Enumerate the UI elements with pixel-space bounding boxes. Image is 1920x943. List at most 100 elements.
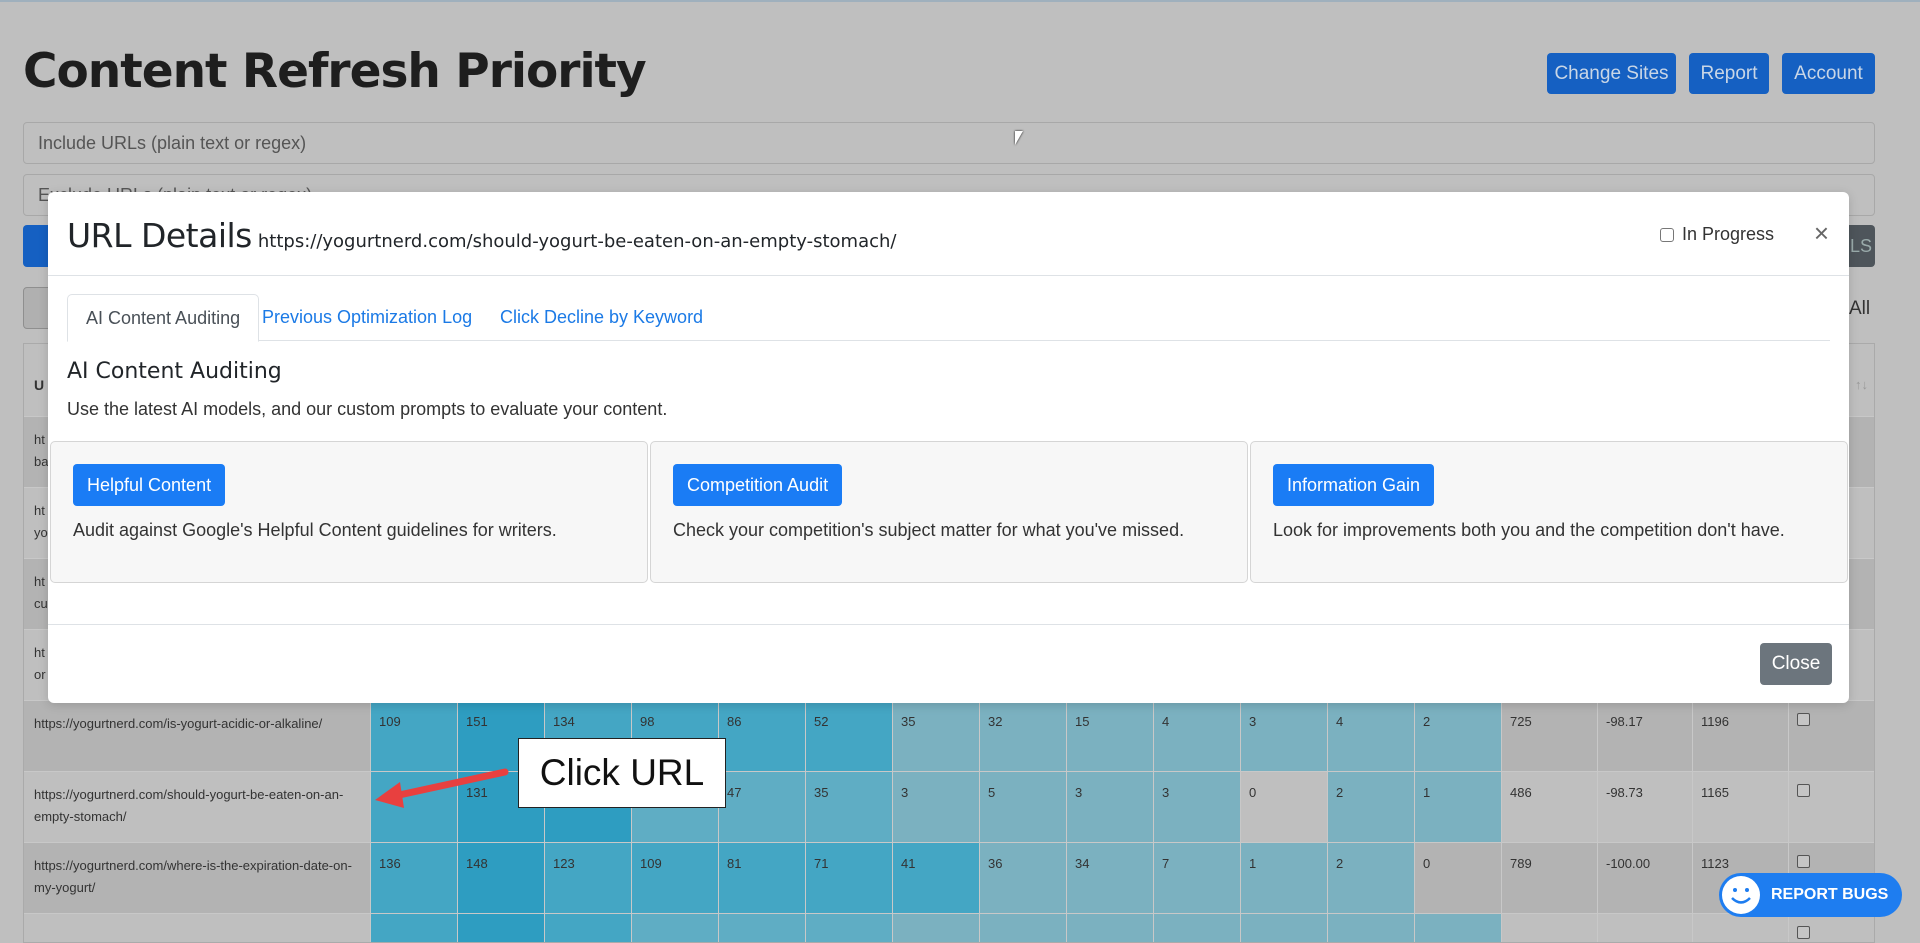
metric-cell: 1 — [1415, 772, 1502, 843]
metric-cell — [1067, 914, 1154, 942]
metric-cell: 15 — [1067, 701, 1154, 772]
total-cell: -98.17 — [1598, 701, 1693, 772]
metric-cell — [980, 914, 1067, 942]
url-fragment[interactable]: or — [34, 667, 46, 682]
metric-cell: 109 — [632, 843, 719, 914]
section-title: AI Content Auditing — [67, 359, 282, 384]
metric-cell: 36 — [980, 843, 1067, 914]
metric-cell: 2 — [1328, 843, 1415, 914]
metric-cell: 0 — [1415, 843, 1502, 914]
metric-cell — [893, 914, 980, 942]
sort-icon[interactable]: ↑↓ — [1855, 374, 1868, 396]
report-bugs-button[interactable]: REPORT BUGS — [1719, 873, 1902, 917]
row-checkbox[interactable] — [1797, 784, 1810, 797]
total-cell — [1693, 914, 1789, 942]
information-gain-card: Information Gain Look for improvements b… — [1250, 441, 1848, 583]
in-progress-checkbox[interactable]: In Progress — [1659, 224, 1774, 245]
url-column-header[interactable]: U — [34, 374, 44, 396]
tab-click-decline-by-keyword[interactable]: Click Decline by Keyword — [482, 294, 721, 341]
mouse-cursor-icon — [1015, 131, 1023, 145]
url-link[interactable]: https://yogurtnerd.com/should-yogurt-be-… — [24, 772, 371, 843]
report-button[interactable]: Report — [1689, 53, 1769, 94]
metric-cell: 32 — [980, 701, 1067, 772]
row-checkbox-cell — [1789, 701, 1874, 772]
annotation-callout: Click URL — [518, 738, 726, 808]
metric-cell: 1 — [1241, 843, 1328, 914]
tab-previous-optimization-log[interactable]: Previous Optimization Log — [244, 294, 490, 341]
top-border — [0, 0, 1920, 2]
card-description: Check your competition's subject matter … — [673, 520, 1185, 540]
close-button[interactable]: Close — [1760, 643, 1832, 685]
url-details-modal: URL Details https://yogurtnerd.com/should… — [48, 192, 1849, 703]
total-cell: 1165 — [1693, 772, 1789, 843]
all-label[interactable]: All — [1849, 298, 1870, 320]
metric-cell: 35 — [893, 701, 980, 772]
row-checkbox[interactable] — [1797, 713, 1810, 726]
row-checkbox[interactable] — [1797, 926, 1810, 939]
metric-cell — [1241, 914, 1328, 942]
metric-cell: 71 — [806, 843, 893, 914]
metric-cell: 0 — [1241, 772, 1328, 843]
total-cell — [1502, 914, 1598, 942]
metric-cell: 4 — [1328, 701, 1415, 772]
url-link[interactable]: https://yogurtnerd.com/is-yogurt-acidic-… — [24, 701, 371, 772]
metric-cell: 148 — [458, 843, 545, 914]
in-progress-label: In Progress — [1681, 224, 1774, 244]
card-description: Audit against Google's Helpful Content g… — [73, 520, 557, 540]
metric-cell — [632, 914, 719, 942]
include-urls-input[interactable]: Include URLs (plain text or regex) — [23, 122, 1875, 164]
url-fragment[interactable]: ht — [34, 574, 45, 589]
metric-cell: 86 — [719, 701, 806, 772]
modal-header: URL Details https://yogurtnerd.com/should… — [48, 192, 1849, 276]
metric-cell: 3 — [1067, 772, 1154, 843]
row-checkbox-cell — [1789, 772, 1874, 843]
red-arrow-icon — [375, 768, 509, 808]
row-checkbox[interactable] — [1797, 855, 1810, 868]
metric-cell — [1154, 914, 1241, 942]
helpful-content-card: Helpful Content Audit against Google's H… — [50, 441, 648, 583]
smiley-icon — [1722, 876, 1760, 914]
modal-url: https://yogurtnerd.com/should-yogurt-be-… — [257, 231, 897, 252]
competition-audit-card: Competition Audit Check your competition… — [650, 441, 1248, 583]
url-link[interactable] — [24, 914, 371, 942]
metric-cell: 41 — [893, 843, 980, 914]
url-fragment[interactable]: ba — [34, 454, 48, 469]
metric-cell: 136 — [371, 843, 458, 914]
section-description: Use the latest AI models, and our custom… — [67, 399, 668, 419]
card-description: Look for improvements both you and the c… — [1273, 520, 1785, 540]
metric-cell — [1328, 914, 1415, 942]
total-cell — [1598, 914, 1693, 942]
metric-cell: 3 — [1154, 772, 1241, 843]
metric-cell — [806, 914, 893, 942]
total-cell: -100.00 — [1598, 843, 1693, 914]
information-gain-button[interactable]: Information Gain — [1273, 464, 1435, 506]
checkbox-icon[interactable] — [1659, 227, 1674, 242]
account-button[interactable]: Account — [1782, 53, 1875, 94]
total-cell: 486 — [1502, 772, 1598, 843]
metric-cell — [545, 914, 632, 942]
url-fragment[interactable]: cu — [34, 596, 48, 611]
close-icon[interactable]: × — [1814, 220, 1829, 246]
total-cell: 725 — [1502, 701, 1598, 772]
metric-cell: 7 — [1154, 843, 1241, 914]
helpful-content-button[interactable]: Helpful Content — [73, 464, 226, 506]
metric-cell: 35 — [806, 772, 893, 843]
modal-footer-divider — [48, 624, 1849, 625]
url-fragment[interactable]: ht — [34, 503, 45, 518]
url-fragment[interactable]: ht — [34, 645, 45, 660]
change-sites-button[interactable]: Change Sites — [1547, 53, 1676, 94]
metric-cell — [719, 914, 806, 942]
url-fragment[interactable]: ht — [34, 432, 45, 447]
total-cell: 789 — [1502, 843, 1598, 914]
metric-cell: 4 — [1154, 701, 1241, 772]
competition-audit-button[interactable]: Competition Audit — [673, 464, 843, 506]
total-cell: 1196 — [1693, 701, 1789, 772]
metric-cell: 47 — [719, 772, 806, 843]
tab-ai-content-auditing[interactable]: AI Content Auditing — [67, 294, 260, 342]
total-cell: -98.73 — [1598, 772, 1693, 843]
url-fragment[interactable]: yo — [34, 525, 48, 540]
metric-cell: 123 — [545, 843, 632, 914]
modal-title: URL Details — [67, 216, 252, 255]
metric-cell: 5 — [980, 772, 1067, 843]
url-link[interactable]: https://yogurtnerd.com/where-is-the-expi… — [24, 843, 371, 914]
